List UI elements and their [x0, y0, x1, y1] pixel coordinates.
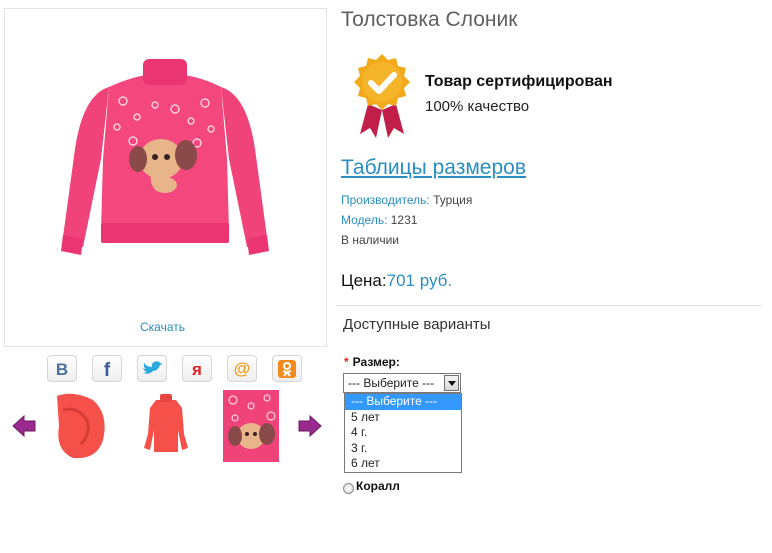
manufacturer-value: Турция	[433, 193, 473, 207]
model-row: Модель: 1231	[341, 213, 417, 227]
size-option[interactable]: 6 лет	[345, 456, 461, 472]
required-mark: *	[344, 355, 349, 369]
color-radio[interactable]	[343, 483, 354, 494]
product-title: Толстовка Слоник	[341, 8, 518, 31]
odnoklassniki-share-button[interactable]	[272, 355, 302, 382]
carousel-next-button[interactable]	[297, 414, 323, 443]
size-select-value: --- Выберите ---	[348, 376, 435, 390]
carousel-prev-button[interactable]	[11, 414, 37, 443]
chevron-down-icon	[447, 380, 456, 386]
vk-icon: В	[56, 360, 68, 379]
product-thumbnail[interactable]	[223, 390, 279, 462]
size-select[interactable]: --- Выберите ---	[343, 373, 461, 393]
size-table-link[interactable]: Таблицы размеров	[341, 156, 526, 180]
model-value: 1231	[390, 213, 418, 227]
twitter-icon	[143, 360, 163, 374]
svg-text:f: f	[104, 360, 111, 379]
manufacturer-label[interactable]: Производитель:	[341, 193, 430, 207]
price: Цена:701 руб.	[341, 271, 452, 291]
size-field-label: * Размер:	[344, 355, 400, 369]
size-option[interactable]: 4 г.	[345, 425, 461, 441]
thumbnail-print-image	[223, 390, 279, 462]
certificate-badge	[350, 52, 414, 143]
certificate-subtitle: 100% качество	[425, 98, 530, 115]
size-label-text: Размер:	[352, 355, 400, 369]
color-option-label: Коралл	[356, 478, 400, 493]
certificate-title: Товар сертифицирован	[425, 73, 613, 90]
svg-text:В: В	[56, 360, 68, 379]
mail-share-button[interactable]: @	[227, 355, 257, 382]
vk-share-button[interactable]: В	[47, 355, 77, 382]
price-value: 701 руб.	[386, 271, 453, 290]
thumbnail-closeup-image	[53, 390, 109, 462]
divider	[336, 305, 762, 306]
variants-title: Доступные варианты	[343, 316, 491, 333]
size-select-toggle[interactable]	[444, 375, 459, 391]
arrow-left-icon	[12, 414, 36, 438]
twitter-share-button[interactable]	[137, 355, 167, 382]
facebook-icon: f	[104, 360, 111, 379]
size-option[interactable]: --- Выберите ---	[345, 394, 461, 410]
svg-text:я: я	[191, 360, 202, 379]
size-option[interactable]: 3 г.	[345, 441, 461, 457]
product-thumbnail[interactable]	[138, 390, 194, 462]
yaru-icon: я	[191, 360, 202, 379]
color-option-row[interactable]: Коралл	[343, 477, 400, 494]
size-dropdown-list: --- Выберите --- 5 лет 4 г. 3 г. 6 лет	[344, 393, 462, 473]
model-label: Модель:	[341, 213, 388, 227]
manufacturer-row: Производитель: Турция	[341, 193, 472, 207]
certificate-badge-icon	[354, 54, 410, 138]
facebook-share-button[interactable]: f	[92, 355, 122, 382]
size-option[interactable]: 5 лет	[345, 410, 461, 426]
thumbnail-back-image	[138, 390, 194, 462]
availability-status: В наличии	[341, 233, 400, 247]
price-label: Цена:	[341, 271, 387, 290]
yaru-share-button[interactable]: я	[182, 355, 212, 382]
product-thumbnail[interactable]	[53, 390, 109, 462]
svg-text:@: @	[234, 359, 251, 378]
arrow-right-icon	[298, 414, 322, 438]
download-link[interactable]: Скачать	[140, 320, 185, 334]
product-main-image[interactable]	[5, 9, 326, 346]
odnoklassniki-icon	[278, 359, 296, 378]
mail-icon: @	[234, 359, 251, 378]
product-image-box[interactable]	[4, 8, 327, 347]
